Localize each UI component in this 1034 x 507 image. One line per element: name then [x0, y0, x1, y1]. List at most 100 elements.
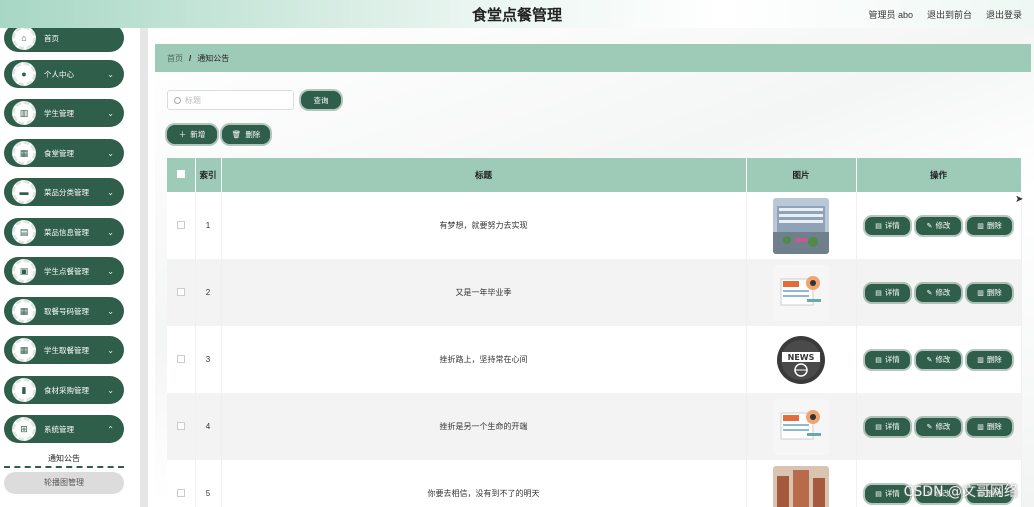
row-checkbox[interactable] — [176, 488, 185, 497]
main-content: 首页 / 通知公告 查询 ＋ 新增 🗑 删除 索引 标题 图片 操作 — [155, 28, 1034, 507]
row-index: 2 — [195, 259, 222, 326]
sidebar-item-label: 学生点餐管理 — [44, 266, 89, 276]
breadcrumb: 首页 / 通知公告 — [155, 44, 1031, 72]
pencil-icon: ✎ — [926, 356, 933, 364]
edit-button[interactable]: ✎ 修改 — [916, 216, 961, 235]
chevron-down-icon: ⌄ — [107, 187, 114, 197]
detail-button[interactable]: ▤ 详情 — [865, 216, 910, 235]
column-header-image[interactable]: 图片 — [746, 158, 857, 192]
sidebar-item-dish-category[interactable]: ▬ 菜品分类管理 ⌄ — [4, 178, 124, 206]
chevron-down-icon: ⌄ — [107, 266, 114, 276]
breadcrumb-home[interactable]: 首页 — [167, 53, 183, 64]
sidebar-item-canteen[interactable]: ▦ 食堂管理 ⌄ — [4, 139, 124, 167]
row-index: 1 — [195, 192, 222, 259]
table-header-row: 索引 标题 图片 操作 — [167, 158, 1022, 192]
pencil-icon: ✎ — [926, 222, 933, 230]
chevron-down-icon: ⌄ — [107, 108, 114, 118]
folder-icon: ▬ — [12, 180, 36, 204]
sidebar-item-profile[interactable]: ● 个人中心 ⌄ — [4, 60, 124, 88]
chevron-down-icon: ⌄ — [107, 148, 114, 158]
briefcase-icon: ▣ — [12, 259, 36, 283]
document-icon: ▤ — [875, 490, 882, 498]
chart-icon: ▥ — [12, 101, 36, 125]
table-row: 2 又是一年毕业季 ▤ 详情 ✎ 修改 ▥ 删除 — [167, 259, 1022, 326]
row-index: 3 — [195, 326, 222, 393]
news-paper-illustration[interactable] — [773, 398, 829, 455]
detail-button[interactable]: ▤ 详情 — [865, 417, 910, 436]
top-bar: 食堂点餐管理 管理员 abo 退出到前台 退出登录 — [0, 0, 1034, 28]
detail-label: 详情 — [884, 355, 900, 364]
chevron-up-icon: ⌃ — [107, 424, 114, 434]
search-box[interactable] — [167, 90, 294, 110]
row-checkbox[interactable] — [176, 354, 185, 363]
select-all-checkbox[interactable] — [176, 170, 185, 178]
sidebar-scrollbar[interactable] — [140, 28, 148, 507]
news-paper-illustration[interactable] — [773, 264, 829, 321]
trash-icon: ▥ — [977, 289, 984, 297]
sidebar-item-label: 取餐号码管理 — [44, 306, 89, 316]
delete-label: 删除 — [986, 221, 1002, 230]
detail-button[interactable]: ▤ 详情 — [865, 283, 910, 302]
logout-link[interactable]: 退出登录 — [986, 8, 1022, 21]
sidebar-item-system[interactable]: ⊞ 系统管理 ⌃ — [4, 415, 124, 443]
batch-delete-button[interactable]: 🗑 删除 — [222, 125, 270, 144]
grid-icon: ▦ — [12, 299, 36, 323]
row-index: 5 — [195, 460, 222, 507]
sidebar-item-students[interactable]: ▥ 学生管理 ⌄ — [4, 99, 124, 127]
edit-button[interactable]: ✎ 修改 — [916, 350, 961, 369]
top-links: 管理员 abo 退出到前台 退出登录 — [868, 8, 1022, 21]
city-photo[interactable] — [773, 465, 829, 507]
edit-button[interactable]: ✎ 修改 — [916, 417, 961, 436]
query-button[interactable]: 查询 — [301, 91, 341, 109]
row-checkbox[interactable] — [176, 421, 185, 430]
column-header-title[interactable]: 标题 — [221, 158, 747, 192]
select-all-cell[interactable] — [167, 158, 196, 192]
user-label: 管理员 abo — [868, 10, 913, 20]
row-title: 挫折是另一个生命的开端 — [221, 393, 747, 460]
row-title: 你要去相信，没有到不了的明天 — [221, 460, 747, 507]
grid-icon: ▦ — [12, 141, 36, 165]
sidebar-item-dish-info[interactable]: ▤ 菜品信息管理 ⌄ — [4, 218, 124, 246]
row-title: 有梦想，就要努力去实现 — [221, 192, 747, 259]
notice-table: 索引 标题 图片 操作 1 有梦想，就要努力去实现 ▤详情 ✎修改 ▥删除 — [167, 158, 1022, 507]
sidebar-item-purchasing[interactable]: ▮ 食材采购管理 ⌄ — [4, 376, 124, 404]
delete-button[interactable]: ▥ 删除 — [967, 283, 1012, 302]
delete-label: 删除 — [986, 422, 1002, 431]
row-checkbox[interactable] — [176, 287, 185, 296]
add-button[interactable]: ＋ 新增 — [167, 125, 217, 144]
sidebar-subitem-notices[interactable]: 通知公告 — [4, 450, 124, 468]
row-checkbox[interactable] — [176, 220, 185, 229]
detail-button[interactable]: ▤ 详情 — [865, 350, 910, 369]
delete-label: 删除 — [986, 288, 1002, 297]
sidebar-item-student-orders[interactable]: ▣ 学生点餐管理 ⌄ — [4, 257, 124, 285]
svg-text:NEWS: NEWS — [788, 353, 815, 362]
sidebar-item-label: 菜品分类管理 — [44, 187, 89, 197]
row-index: 4 — [195, 393, 222, 460]
pencil-icon: ✎ — [926, 423, 933, 431]
search-input[interactable] — [185, 95, 285, 105]
table-row: 4 挫折是另一个生命的开端 ▤ 详情 ✎ 修改 ▥ 删除 — [167, 393, 1022, 460]
sidebar-item-student-pickup[interactable]: ▦ 学生取餐管理 ⌄ — [4, 336, 124, 364]
delete-button[interactable]: ▥ 删除 — [967, 417, 1012, 436]
trash-icon: ▥ — [977, 423, 984, 431]
table-row: 5 你要去相信，没有到不了的明天 ▤ 详情 ✎ 修改 ▥ 删除 — [167, 460, 1022, 507]
search-icon — [174, 96, 181, 104]
table-row: 1 有梦想，就要努力去实现 ▤ 详情 ✎ 修改 ▥ 删除 — [167, 192, 1022, 259]
grid-icon: ▦ — [12, 338, 36, 362]
row-title: 挫折路上，坚持常在心间 — [221, 326, 747, 393]
sidebar-item-home[interactable]: ⌂ 首页 — [4, 28, 124, 52]
sidebar-item-pickup-numbers[interactable]: ▦ 取餐号码管理 ⌄ — [4, 297, 124, 325]
chevron-down-icon: ⌄ — [107, 69, 114, 79]
building-photo[interactable] — [773, 197, 829, 254]
detail-label: 详情 — [884, 221, 900, 230]
home-icon: ⌂ — [12, 28, 36, 50]
trash-icon: 🗑 — [231, 130, 242, 139]
front-link[interactable]: 退出到前台 — [927, 8, 972, 21]
edit-label: 修改 — [935, 422, 951, 431]
delete-button[interactable]: ▥ 删除 — [967, 216, 1012, 235]
edit-label: 修改 — [935, 288, 951, 297]
news-globe-badge[interactable]: NEWS — [773, 332, 829, 388]
delete-button[interactable]: ▥ 删除 — [967, 350, 1012, 369]
edit-button[interactable]: ✎ 修改 — [916, 283, 961, 302]
sidebar-subitem-carousel[interactable]: 轮播图管理 — [4, 472, 124, 494]
